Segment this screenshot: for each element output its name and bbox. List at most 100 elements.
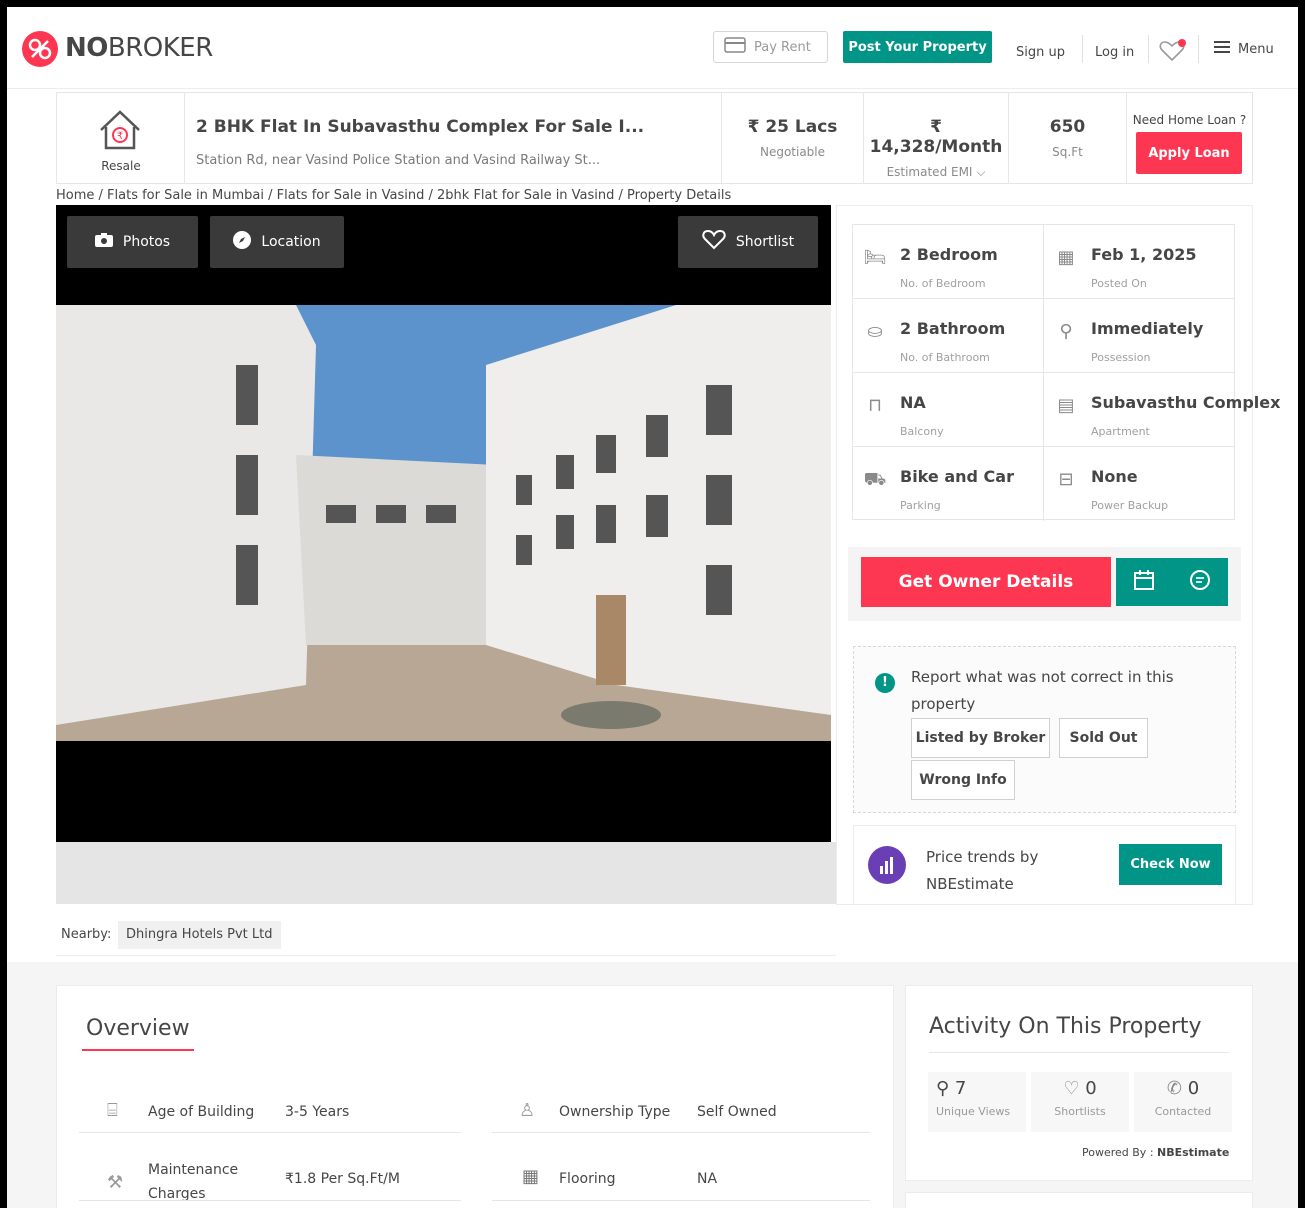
title-cell: 2 BHK Flat In Subavasthu Complex For Sal…	[185, 93, 722, 183]
photo-gallery[interactable]: Photos Location Shortlist	[56, 205, 831, 842]
pay-rent-button[interactable]: Pay Rent	[713, 31, 828, 63]
nobroker-logo-icon[interactable]	[22, 31, 58, 67]
building-icon: ▤	[1057, 395, 1075, 416]
resale-tag: Resale	[101, 159, 141, 173]
flooring-label: Flooring	[559, 1171, 616, 1187]
building-age-icon: ⌸	[107, 1100, 118, 1121]
detail-value: Feb 1, 2025	[1091, 245, 1197, 264]
detail-value: Subavasthu Complex	[1091, 393, 1281, 412]
price-trends-line1: Price trends by	[926, 848, 1039, 866]
powered-by-name: NBEstimate	[1157, 1146, 1230, 1159]
detail-power-backup: ⊟ None Power Backup	[1044, 447, 1235, 521]
area-unit: Sq.Ft	[1052, 145, 1083, 159]
report-listed-by-broker[interactable]: Listed by Broker	[911, 718, 1050, 758]
battery-icon: ⊟	[1058, 469, 1074, 490]
top-navbar: NOBROKER Pay Rent Post Your Property Sig…	[7, 7, 1298, 89]
photos-button[interactable]: Photos	[67, 216, 198, 268]
user-icon: ⚲	[936, 1078, 950, 1099]
resale-tag-cell: ₹ Resale	[57, 93, 185, 183]
detail-value: Bike and Car	[900, 467, 1014, 486]
powered-by: Powered By : NBEstimate	[1082, 1146, 1229, 1159]
detail-label: Posted On	[1091, 277, 1147, 290]
compass-icon	[233, 231, 252, 253]
photos-label: Photos	[122, 234, 171, 250]
report-wrong-info[interactable]: Wrong Info	[911, 760, 1015, 800]
detail-label: Apartment	[1091, 425, 1150, 438]
detail-label: Power Backup	[1091, 499, 1169, 512]
emi-cell: ₹ 14,328/Month Estimated EMI ⌵	[864, 93, 1009, 183]
maintenance-icon: ⚒	[107, 1172, 124, 1193]
overview-underline	[82, 1049, 194, 1051]
nearby-place-chip[interactable]: Dhingra Hotels Pvt Ltd	[118, 921, 281, 949]
gallery-footer-band	[56, 842, 836, 904]
brand-logo-text[interactable]: NOBROKER	[65, 33, 213, 63]
hamburger-icon	[1214, 41, 1230, 57]
phone-icon: ✆	[1166, 1078, 1182, 1099]
price-trends-text: Price trends by NBEstimate	[926, 844, 1038, 898]
apply-loan-button[interactable]: Apply Loan	[1136, 132, 1242, 174]
shortlist-button[interactable]: Shortlist	[678, 216, 818, 268]
emi-sub: Estimated EMI	[886, 165, 973, 179]
report-panel: ! Report what was not correct in this pr…	[853, 646, 1236, 813]
get-owner-details-button[interactable]: Get Owner Details	[861, 557, 1111, 607]
maintenance-charges-value: ₹1.8 Per Sq.Ft/M	[285, 1171, 400, 1187]
flooring-icon: ▦	[522, 1166, 540, 1187]
maintenance-charges-label: Maintenance Charges	[148, 1162, 239, 1202]
property-title: 2 BHK Flat In Subavasthu Complex For Sal…	[196, 117, 645, 137]
report-text: Report what was not correct in this prop…	[911, 668, 1174, 713]
nearby-bar: Nearby: Dhingra Hotels Pvt Ltd	[56, 913, 836, 956]
svg-text:₹: ₹	[117, 131, 123, 142]
info-icon: !	[875, 673, 895, 693]
emi-dropdown[interactable]: Estimated EMI ⌵	[864, 165, 1008, 180]
balcony-icon: ⊓	[867, 395, 883, 416]
divider	[79, 1132, 461, 1133]
sign-up-link[interactable]: Sign up	[1016, 45, 1065, 60]
price-cell: ₹ 25 Lacs Negotiable	[722, 93, 864, 183]
key-icon: ⚲	[1059, 321, 1073, 342]
log-in-link[interactable]: Log in	[1095, 45, 1134, 60]
camera-icon	[94, 233, 113, 251]
check-now-button[interactable]: Check Now	[1119, 844, 1222, 885]
detail-possession: ⚲ Immediately Possession	[1044, 299, 1235, 373]
chevron-down-icon: ⌵	[976, 165, 986, 179]
price-trend-chart-icon	[868, 846, 906, 884]
detail-label: Possession	[1091, 351, 1151, 364]
detail-value: 2 Bathroom	[900, 319, 1006, 338]
menu-button[interactable]: Menu	[1214, 41, 1274, 57]
owner-quick-actions	[1116, 558, 1228, 606]
location-button[interactable]: Location	[210, 216, 344, 268]
property-header-strip: ₹ Resale 2 BHK Flat In Subavasthu Comple…	[56, 92, 1253, 184]
detail-bedroom: 🛏 2 Bedroom No. of Bedroom	[853, 225, 1044, 299]
breadcrumb[interactable]: Home / Flats for Sale in Mumbai / Flats …	[56, 188, 731, 203]
menu-label: Menu	[1238, 41, 1274, 57]
shortlist-label: Shortlist	[735, 234, 795, 250]
emi-value: ₹ 14,328/Month	[869, 117, 1003, 157]
ownership-type-value: Self Owned	[697, 1104, 777, 1120]
next-card-edge	[905, 1192, 1253, 1208]
detail-bathroom: ⛀ 2 Bathroom No. of Bathroom	[853, 299, 1044, 373]
price-sub: Negotiable	[759, 145, 826, 159]
stat-count: 0	[1085, 1078, 1097, 1099]
card-icon	[724, 37, 746, 57]
flooring-value: NA	[697, 1171, 718, 1187]
car-icon: ⛟	[863, 469, 887, 490]
location-label: Location	[261, 234, 321, 250]
pay-rent-label: Pay Rent	[754, 39, 811, 55]
chat-icon[interactable]	[1189, 569, 1211, 596]
area-cell: 650 Sq.Ft	[1009, 93, 1127, 183]
property-details-grid: 🛏 2 Bedroom No. of Bedroom ▦ Feb 1, 2025…	[852, 224, 1280, 521]
stat-label: Shortlists	[1054, 1105, 1106, 1118]
property-photo[interactable]	[56, 305, 831, 741]
detail-parking: ⛟ Bike and Car Parking	[853, 447, 1044, 521]
schedule-calendar-icon[interactable]	[1133, 569, 1155, 596]
divider	[492, 1200, 870, 1201]
nav-divider	[1082, 35, 1083, 63]
bed-icon: 🛏	[863, 247, 887, 268]
heart-icon[interactable]	[1159, 39, 1187, 67]
ownership-type-label: Ownership Type	[559, 1104, 671, 1120]
detail-label: Balcony	[900, 425, 944, 438]
age-of-building-value: 3-5 Years	[285, 1104, 350, 1120]
report-sold-out[interactable]: Sold Out	[1059, 718, 1148, 758]
post-property-button[interactable]: Post Your Property	[843, 31, 992, 63]
activity-card: Activity On This Property ⚲ 7 Unique Vie…	[905, 985, 1253, 1181]
